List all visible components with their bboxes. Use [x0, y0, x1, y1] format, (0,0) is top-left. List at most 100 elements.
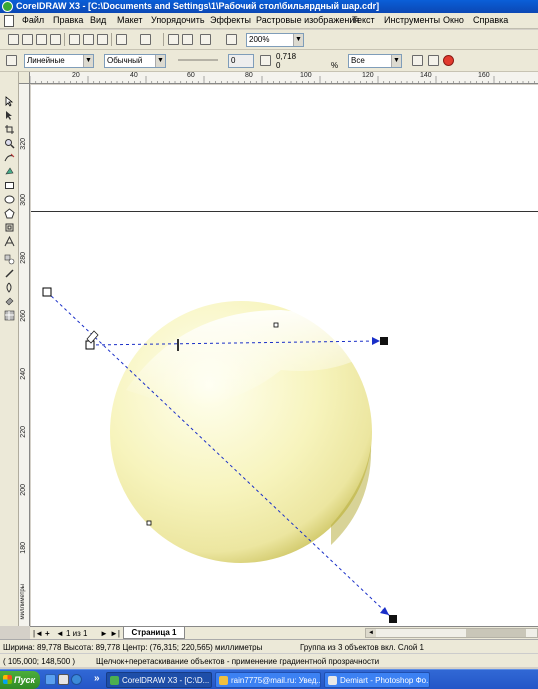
- show-desktop-icon[interactable]: [45, 674, 56, 685]
- outline-tool-icon[interactable]: [4, 282, 15, 293]
- scroll-left-icon[interactable]: ◄: [366, 629, 376, 637]
- task-browser[interactable]: Demiart - Photoshop Фо...: [324, 672, 430, 688]
- menu-text[interactable]: Текст: [352, 15, 375, 25]
- print-icon[interactable]: [50, 34, 61, 45]
- welcome-screen-icon[interactable]: [226, 34, 237, 45]
- apply-to-combo[interactable]: Все ▼: [348, 54, 402, 68]
- clear-transparency-icon[interactable]: [443, 55, 454, 66]
- last-page-button[interactable]: ►|: [110, 628, 120, 639]
- tool-hint: Щелчок+перетаскивание объектов - примене…: [96, 657, 380, 666]
- task-mail[interactable]: rain7775@mail.ru: Увед...: [215, 672, 321, 688]
- midpoint-slider[interactable]: [178, 59, 218, 61]
- zoom-tool-icon[interactable]: [4, 138, 15, 149]
- menu-file[interactable]: Файл: [22, 15, 44, 25]
- basic-shapes-tool-icon[interactable]: [4, 222, 15, 233]
- menu-help[interactable]: Справка: [473, 15, 508, 25]
- percent-label: %: [331, 61, 339, 70]
- selection-node[interactable]: [273, 322, 279, 328]
- freehand-tool-icon[interactable]: [4, 152, 15, 163]
- inner-end-handle[interactable]: [380, 337, 388, 345]
- menu-edit[interactable]: Правка: [53, 15, 83, 25]
- interactive-blend-tool-icon[interactable]: [4, 254, 15, 265]
- separator: [163, 33, 164, 46]
- save-icon[interactable]: [36, 34, 47, 45]
- outer-end-handle[interactable]: [389, 615, 397, 623]
- browser-window-icon: [328, 676, 337, 685]
- transparency-mode-combo[interactable]: Обычный ▼: [104, 54, 166, 68]
- horizontal-ruler-ticks: [30, 76, 535, 83]
- midpoint-slider-handle[interactable]: [177, 339, 179, 351]
- menu-view[interactable]: Вид: [90, 15, 106, 25]
- copy-transparency-icon[interactable]: [428, 55, 439, 66]
- fill-tool-icon[interactable]: [4, 296, 15, 307]
- title-bar: CorelDRAW X3 - [C:\Documents and Setting…: [0, 0, 538, 13]
- next-page-button[interactable]: ►: [100, 628, 108, 639]
- prev-page-button[interactable]: ◄: [56, 628, 64, 639]
- transparency-mode-value: Обычный: [107, 56, 143, 65]
- page-navigator: |◄ + ◄ 1 из 1 ► ►| Страница 1 ◄: [30, 626, 538, 639]
- application-launcher-icon[interactable]: [200, 34, 211, 45]
- menu-tools[interactable]: Инструменты: [384, 15, 440, 25]
- document-icon[interactable]: [4, 15, 14, 27]
- menu-effects[interactable]: Эффекты: [210, 15, 251, 25]
- start-label: Пуск: [14, 675, 36, 685]
- ruler-origin[interactable]: [19, 72, 30, 84]
- shape-tool-icon[interactable]: [4, 110, 15, 121]
- menu-bitmaps[interactable]: Растровые изображения: [256, 15, 359, 25]
- undo-icon[interactable]: [116, 34, 127, 45]
- chevron-down-icon[interactable]: ▼: [83, 55, 93, 67]
- ruler-label: 180: [20, 542, 27, 554]
- crop-tool-icon[interactable]: [4, 124, 15, 135]
- tab-page-1[interactable]: Страница 1: [123, 627, 185, 639]
- transparency-type-combo[interactable]: Линейные ▼: [24, 54, 94, 68]
- menu-arrange[interactable]: Упорядочить: [151, 15, 205, 25]
- zoom-level-combo[interactable]: 200% ▼: [246, 33, 304, 47]
- window-title: CorelDRAW X3 - [C:\Documents and Setting…: [16, 1, 380, 11]
- transparency-value[interactable]: 0,718: [276, 52, 296, 61]
- copy-icon[interactable]: [83, 34, 94, 45]
- polygon-tool-icon[interactable]: [4, 208, 15, 219]
- horizontal-ruler[interactable]: 20 40 60 80 100 120 140 160: [30, 72, 538, 84]
- menu-layout[interactable]: Макет: [117, 15, 142, 25]
- new-document-icon[interactable]: [8, 34, 19, 45]
- selection-node[interactable]: [146, 520, 152, 526]
- export-icon[interactable]: [182, 34, 193, 45]
- outer-start-handle[interactable]: [42, 287, 52, 297]
- artwork[interactable]: [31, 85, 538, 626]
- menu-window[interactable]: Окно: [443, 15, 464, 25]
- edge-pad-value[interactable]: 0: [276, 61, 280, 70]
- interactive-fill-tool-icon[interactable]: [4, 310, 15, 321]
- text-tool-icon[interactable]: [4, 236, 15, 247]
- freeze-icon[interactable]: [412, 55, 423, 66]
- save-quicklaunch-icon[interactable]: [58, 674, 69, 685]
- coreldraw-app-icon[interactable]: [2, 1, 13, 12]
- cut-icon[interactable]: [69, 34, 80, 45]
- horizontal-scrollbar[interactable]: ◄: [365, 628, 538, 638]
- add-page-before-button[interactable]: +: [45, 628, 50, 639]
- ellipse-tool-icon[interactable]: [4, 194, 15, 205]
- first-page-button[interactable]: |◄: [33, 628, 43, 639]
- taskbar-overflow[interactable]: »: [94, 673, 100, 684]
- angle-icon: [260, 55, 271, 66]
- chevron-down-icon[interactable]: ▼: [155, 55, 165, 67]
- chevron-down-icon[interactable]: ▼: [293, 34, 303, 46]
- task-coreldraw[interactable]: CorelDRAW X3 - [C:\D...: [106, 672, 212, 688]
- status-bar-bottom: ( 105,000; 148,500 ) Щелчок+перетаскиван…: [0, 653, 538, 667]
- ruler-label: 280: [20, 252, 27, 264]
- smart-fill-tool-icon[interactable]: [4, 166, 15, 177]
- browser-icon[interactable]: [71, 674, 82, 685]
- rectangle-tool-icon[interactable]: [4, 180, 15, 191]
- import-icon[interactable]: [168, 34, 179, 45]
- drawing-canvas[interactable]: [31, 85, 538, 626]
- open-icon[interactable]: [22, 34, 33, 45]
- pick-tool-icon[interactable]: [4, 96, 15, 107]
- chevron-down-icon[interactable]: ▼: [391, 55, 401, 67]
- eyedropper-tool-icon[interactable]: [4, 268, 15, 279]
- scrollbar-thumb[interactable]: [466, 629, 526, 637]
- redo-icon[interactable]: [140, 34, 151, 45]
- task-label: Demiart - Photoshop Фо...: [340, 676, 430, 685]
- midpoint-input[interactable]: 0: [228, 54, 254, 68]
- vertical-ruler[interactable]: 320 300 280 260 240 220 200 180 миллимет…: [19, 84, 30, 626]
- paste-icon[interactable]: [97, 34, 108, 45]
- page-tab-label: Страница 1: [131, 628, 177, 637]
